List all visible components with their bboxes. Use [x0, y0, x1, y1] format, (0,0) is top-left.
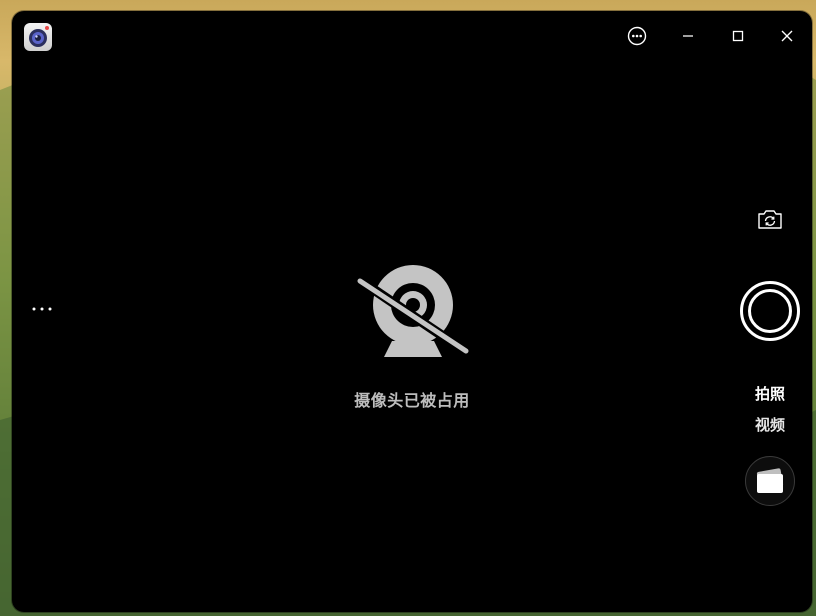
close-button[interactable]	[772, 21, 802, 51]
more-options-button[interactable]	[622, 21, 652, 51]
shutter-icon	[748, 289, 792, 333]
maximize-button[interactable]	[723, 21, 753, 51]
maximize-icon	[732, 30, 744, 42]
minimize-button[interactable]	[673, 21, 703, 51]
mode-photo[interactable]: 拍照	[740, 383, 800, 404]
side-menu-button[interactable]	[30, 301, 54, 317]
gallery-thumbnail-icon	[756, 468, 784, 493]
more-options-icon	[627, 26, 647, 46]
shutter-button[interactable]	[740, 281, 800, 341]
mode-video[interactable]: 视频	[740, 414, 800, 435]
camera-window: 摄像头已被占用 拍照 视频	[12, 11, 812, 612]
gallery-button[interactable]	[745, 456, 795, 506]
ellipsis-icon	[32, 307, 52, 311]
camera-status-text: 摄像头已被占用	[354, 391, 470, 410]
camera-app-icon	[24, 23, 52, 51]
close-icon	[781, 30, 793, 42]
camera-disabled-icon	[353, 265, 472, 358]
minimize-icon	[683, 35, 693, 37]
switch-camera-icon[interactable]	[756, 207, 784, 231]
